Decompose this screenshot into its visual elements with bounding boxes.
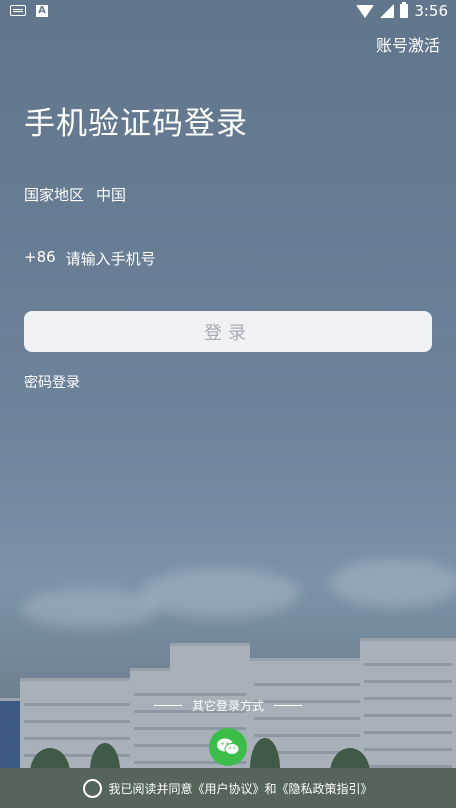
battery-icon (400, 2, 409, 18)
keyboard-icon (10, 5, 26, 16)
signal-icon (380, 4, 395, 18)
wifi-icon (356, 4, 375, 18)
divider-left (153, 705, 182, 706)
other-login-methods: 其它登录方式 (0, 697, 456, 714)
region-label: 国家地区 (24, 186, 85, 204)
divider-right (274, 705, 302, 706)
phone-input[interactable]: 请输入手机号 (66, 248, 156, 269)
agreement-checkbox[interactable] (83, 779, 103, 798)
agreement-row: 我已阅读并同意《用户协议》和《隐私政策指引》 (0, 779, 456, 798)
other-login-label: 其它登录方式 (191, 699, 264, 713)
phone-field[interactable]: +86 请输入手机号 (24, 248, 156, 269)
status-time: 3:56 (414, 2, 448, 20)
page-title: 手机验证码登录 (24, 106, 248, 142)
country-code[interactable]: +86 (24, 248, 56, 269)
account-activate-link[interactable]: 账号激活 (376, 32, 440, 56)
wechat-icon (217, 738, 240, 755)
a-icon: A (36, 5, 48, 17)
background-campus-image (0, 548, 456, 808)
wechat-login-button[interactable] (209, 728, 247, 766)
region-value[interactable]: 中国 (96, 184, 126, 205)
password-login-link[interactable]: 密码登录 (24, 372, 80, 392)
login-button[interactable]: 登录 (24, 311, 432, 352)
region-selector[interactable]: 国家地区 中国 (24, 184, 126, 205)
agreement-text[interactable]: 我已阅读并同意《用户协议》和《隐私政策指引》 (108, 780, 372, 797)
status-bar: A 3:56 (0, 0, 456, 24)
